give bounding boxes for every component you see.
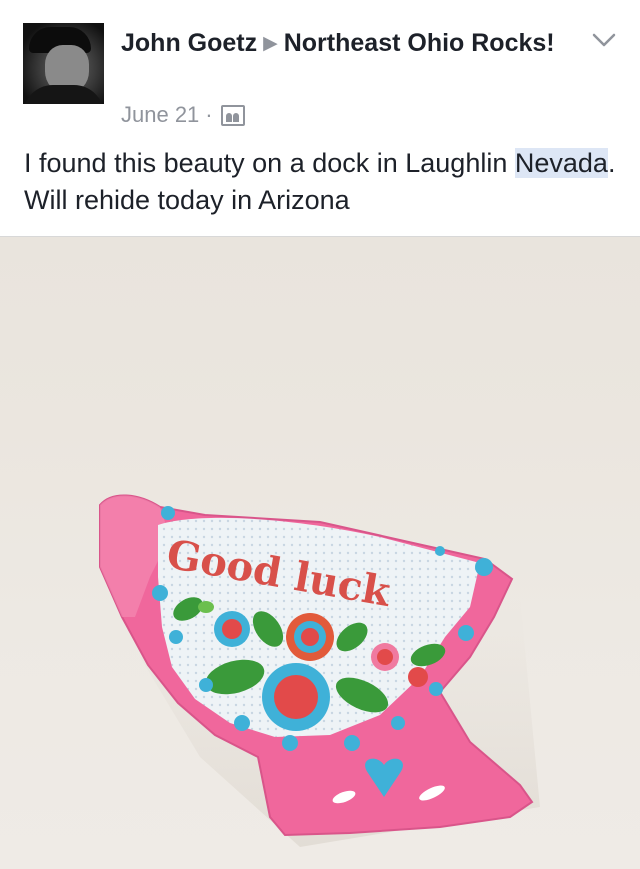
author-line: John Goetz ▶ Northeast Ohio Rocks! — [121, 26, 561, 63]
group-audience-icon — [220, 104, 245, 126]
highlighted-word[interactable]: Nevada — [514, 148, 608, 178]
leaf — [198, 601, 214, 613]
post-text: I found this beauty on a dock in Laughli… — [24, 145, 624, 219]
share-arrow-icon: ▶ — [263, 33, 278, 54]
author-name[interactable]: John Goetz — [121, 29, 257, 57]
post-meta: June 21 · — [121, 101, 245, 129]
post-photo[interactable]: Good luck — [0, 236, 640, 869]
flower-center — [408, 667, 428, 687]
chevron-down-icon[interactable] — [592, 30, 616, 50]
post-header: John Goetz ▶ Northeast Ohio Rocks! June 21… — [0, 0, 640, 236]
flower-center — [377, 649, 393, 665]
flower-center — [222, 619, 242, 639]
painted-rock-image: Good luck — [99, 494, 540, 847]
flower-center — [301, 628, 319, 646]
avatar[interactable] — [23, 23, 104, 104]
post-text-part: I found this beauty on a dock in Laughli… — [24, 148, 515, 178]
avatar-shoulder — [23, 85, 104, 104]
group-name[interactable]: Northeast Ohio Rocks! — [284, 29, 555, 57]
flower-center — [274, 675, 318, 719]
meta-separator: · — [205, 102, 213, 127]
post-date[interactable]: June 21 — [121, 101, 199, 129]
